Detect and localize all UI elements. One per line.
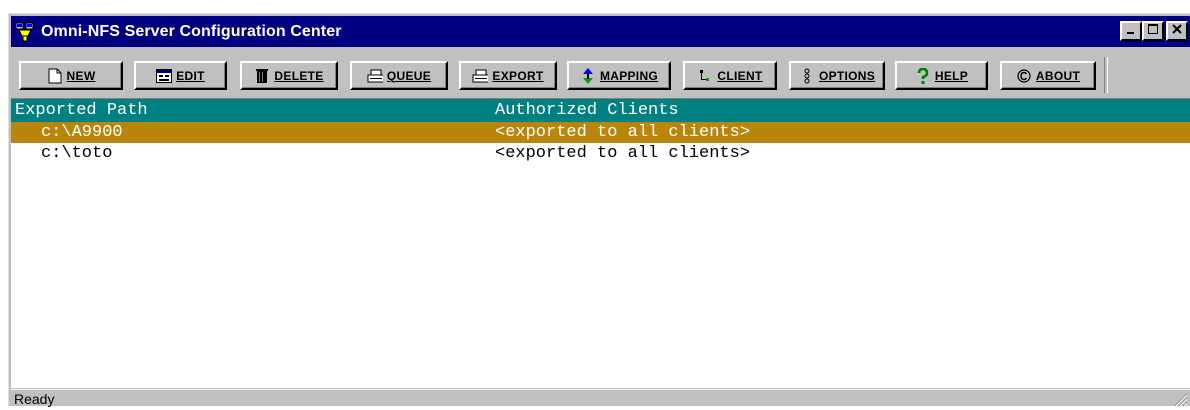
queue-label: QUEUE — [386, 68, 432, 83]
up-down-arrows-icon — [580, 67, 596, 84]
exports-list: Exported Path Authorized Clients c:\A990… — [11, 98, 1190, 388]
edit-form-icon — [156, 68, 173, 84]
help-label: HELP — [934, 68, 969, 83]
new-button[interactable]: NEW — [19, 61, 123, 90]
printer-queue-icon — [367, 68, 383, 84]
column-header-exported-path[interactable]: Exported Path — [15, 101, 148, 120]
status-text: Ready — [14, 391, 55, 407]
app-icon[interactable] — [15, 22, 35, 42]
delete-label: DELETE — [274, 68, 324, 83]
close-button[interactable] — [1166, 21, 1188, 41]
close-icon — [1171, 22, 1183, 40]
edit-button[interactable]: EDIT — [134, 61, 227, 90]
row-clients: <exported to all clients> — [495, 123, 751, 142]
options-button[interactable]: OPTIONS — [789, 61, 885, 90]
toolbar-separator — [1104, 57, 1108, 93]
trash-can-icon — [254, 68, 270, 84]
delete-button[interactable]: DELETE — [240, 61, 338, 90]
queue-button[interactable]: QUEUE — [350, 61, 448, 90]
copyright-icon — [1016, 68, 1032, 84]
options-label: OPTIONS — [818, 68, 876, 83]
network-tree-icon — [697, 68, 713, 84]
help-button[interactable]: HELP — [895, 61, 988, 90]
about-label: ABOUT — [1035, 68, 1081, 83]
title-bar[interactable]: Omni-NFS Server Configuration Center — [11, 16, 1190, 47]
new-label: NEW — [66, 68, 96, 83]
minimize-icon — [1126, 22, 1136, 40]
row-path: c:\A9900 — [41, 123, 123, 142]
export-button[interactable]: EXPORT — [459, 61, 557, 90]
export-label: EXPORT — [492, 68, 544, 83]
question-mark-icon — [915, 67, 931, 84]
row-clients: <exported to all clients> — [495, 144, 751, 163]
list-header: Exported Path Authorized Clients — [11, 99, 1190, 122]
printer-export-icon — [472, 68, 489, 84]
table-row[interactable]: c:\A9900 <exported to all clients> — [11, 122, 1190, 143]
main-window: Omni-NFS Server Configuration Center NEW… — [8, 13, 1190, 408]
status-bar: Ready — [11, 389, 1190, 408]
about-button[interactable]: ABOUT — [1000, 61, 1096, 90]
new-document-icon — [47, 68, 63, 84]
client-label: CLIENT — [717, 68, 763, 83]
maximize-button[interactable] — [1142, 21, 1164, 41]
row-path: c:\toto — [41, 144, 113, 163]
minimize-button[interactable] — [1120, 21, 1142, 41]
options-dots-icon — [799, 68, 815, 84]
toolbar: NEW EDIT DELETE QUEUE EXPORT MAPPING CLI… — [11, 52, 1190, 94]
column-header-authorized-clients[interactable]: Authorized Clients — [495, 101, 679, 120]
maximize-icon — [1147, 22, 1159, 40]
table-row[interactable]: c:\toto <exported to all clients> — [11, 143, 1190, 164]
resize-grip-icon[interactable] — [1172, 391, 1188, 407]
edit-label: EDIT — [176, 68, 205, 83]
window-title: Omni-NFS Server Configuration Center — [41, 22, 342, 40]
client-button[interactable]: CLIENT — [683, 61, 777, 90]
mapping-label: MAPPING — [599, 68, 659, 83]
mapping-button[interactable]: MAPPING — [567, 61, 671, 90]
